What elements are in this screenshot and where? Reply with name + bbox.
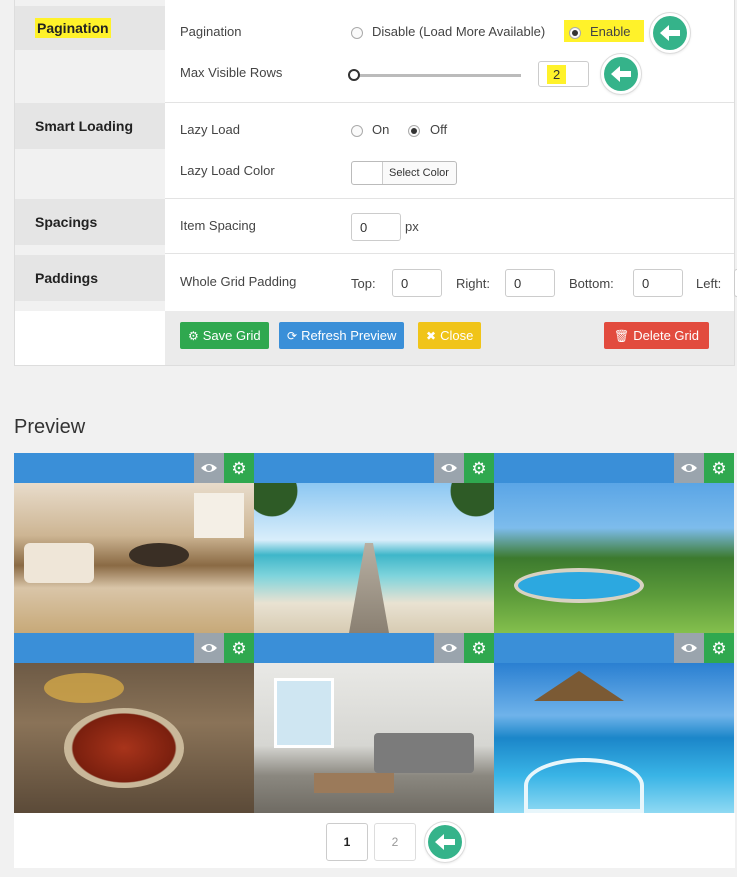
pagination-enable-radio[interactable] <box>569 27 581 39</box>
max-visible-rows-label: Max Visible Rows <box>180 65 283 80</box>
gear-icon[interactable]: ⚙ <box>704 633 734 663</box>
section-label-paddings: Paddings <box>15 255 165 301</box>
lazy-load-on-label: On <box>372 122 390 137</box>
close-button[interactable]: ✖ Close <box>418 322 482 349</box>
lazy-load-label: Lazy Load <box>180 122 240 137</box>
padding-top-input[interactable]: 0 <box>392 269 442 297</box>
section-label-pagination: Pagination <box>15 6 165 50</box>
divider <box>165 253 734 254</box>
lazy-load-on-radio[interactable] <box>351 125 363 137</box>
living-room-image <box>14 483 254 633</box>
lazy-load-color-label: Lazy Load Color <box>180 163 275 178</box>
eye-icon[interactable] <box>434 633 464 663</box>
gear-icon[interactable]: ⚙ <box>704 453 734 483</box>
max-rows-callout-arrow <box>600 53 642 95</box>
grid-item[interactable]: ⚙ <box>254 633 494 813</box>
beach-pier-image <box>254 483 494 633</box>
save-grid-button[interactable]: ⚙ Save Grid <box>180 322 269 349</box>
lazy-load-off-radio[interactable] <box>408 125 420 137</box>
padding-bottom-label: Bottom: <box>569 276 614 291</box>
gear-icon: ⚙ <box>188 328 199 343</box>
modern-room-image <box>254 663 494 813</box>
pagination-disable-label: Disable (Load More Available) <box>372 24 546 39</box>
grid-settings-panel: Pagination Pagination Disable (Load More… <box>14 0 737 366</box>
grid-item[interactable]: ⚙ <box>494 633 734 813</box>
tea-cup-image <box>14 663 254 813</box>
grid-item[interactable]: ⚙ <box>14 453 254 633</box>
item-spacing-label: Item Spacing <box>180 218 256 233</box>
preview-heading: Preview <box>14 416 86 438</box>
arrow-left-icon <box>604 57 638 91</box>
pagination-label: Pagination <box>180 24 242 39</box>
trash-icon: 🗑 <box>614 328 630 343</box>
gear-icon[interactable]: ⚙ <box>464 633 494 663</box>
grid-item[interactable]: ⚙ <box>14 633 254 813</box>
padding-top-label: Top: <box>351 276 376 291</box>
section-label-smart-loading: Smart Loading <box>15 103 165 149</box>
section-label-spacings: Spacings <box>15 199 165 245</box>
eye-icon[interactable] <box>674 453 704 483</box>
pagination-section <box>165 0 734 102</box>
whole-grid-padding-label: Whole Grid Padding <box>180 274 297 289</box>
refresh-icon: ⟳ <box>287 328 298 343</box>
page-button-2[interactable]: 2 <box>374 823 416 861</box>
padding-bottom-input[interactable]: 0 <box>633 269 683 297</box>
eye-icon[interactable] <box>194 453 224 483</box>
eye-icon[interactable] <box>674 633 704 663</box>
pagination-bar: 1 2 <box>14 813 735 868</box>
gear-icon[interactable]: ⚙ <box>464 453 494 483</box>
delete-grid-button[interactable]: 🗑 Delete Grid <box>604 322 709 349</box>
arrow-left-icon <box>428 825 462 859</box>
divider <box>165 102 734 103</box>
padding-left-label: Left: <box>696 276 722 291</box>
resort-pool-image <box>494 663 734 813</box>
pool-garden-image <box>494 483 734 633</box>
gear-icon[interactable]: ⚙ <box>224 453 254 483</box>
lazy-load-off-label: Off <box>430 122 448 137</box>
pagination-enable-label: Enable <box>590 24 631 39</box>
pagination-disable-radio[interactable] <box>351 27 363 39</box>
pagination-callout-arrow <box>649 12 691 54</box>
gear-icon[interactable]: ⚙ <box>224 633 254 663</box>
eye-icon[interactable] <box>194 633 224 663</box>
padding-right-input[interactable]: 0 <box>505 269 555 297</box>
max-rows-slider-handle[interactable] <box>348 69 360 81</box>
item-spacing-unit: px <box>405 219 419 234</box>
close-icon: ✖ <box>426 328 437 343</box>
eye-icon[interactable] <box>434 453 464 483</box>
pager-callout-arrow <box>424 821 466 863</box>
refresh-preview-button[interactable]: ⟳ Refresh Preview <box>279 322 405 349</box>
max-rows-slider-track[interactable] <box>355 74 521 77</box>
grid-item[interactable]: ⚙ <box>494 453 734 633</box>
divider <box>165 198 734 199</box>
max-rows-input[interactable]: 2 <box>538 61 589 87</box>
item-spacing-input[interactable]: 0 <box>351 213 401 241</box>
arrow-left-icon <box>653 16 687 50</box>
page-button-1[interactable]: 1 <box>326 823 368 861</box>
select-color-button[interactable]: Select Color <box>351 161 457 185</box>
color-swatch <box>352 162 383 184</box>
padding-right-label: Right: <box>456 276 490 291</box>
grid-item[interactable]: ⚙ <box>254 453 494 633</box>
